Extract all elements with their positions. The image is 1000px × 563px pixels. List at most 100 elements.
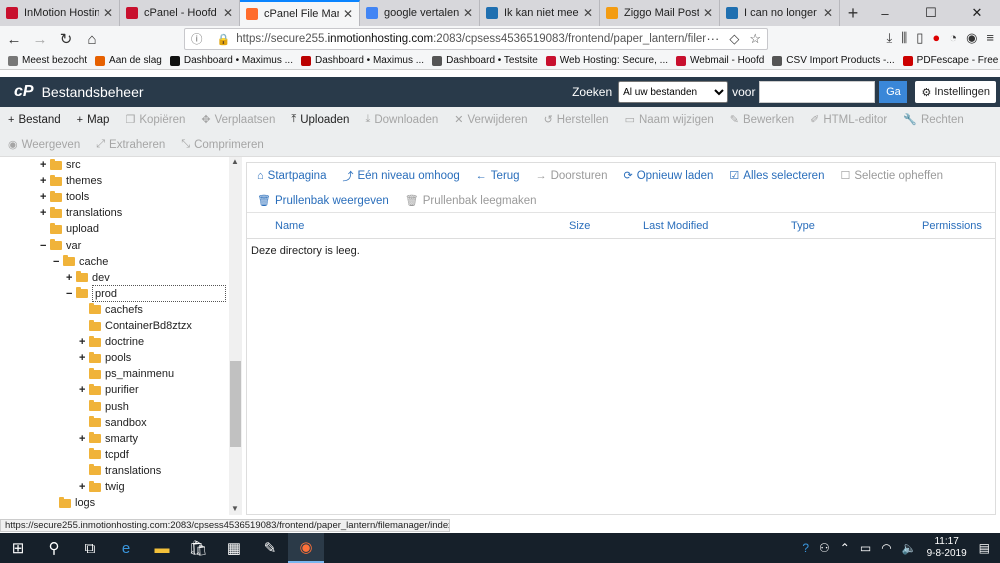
tree-item[interactable]: ps_mainmenu: [79, 366, 174, 382]
tree-item[interactable]: push: [79, 399, 129, 415]
uploaden-button[interactable]: ⤒ Uploaden: [291, 113, 349, 126]
browser-tab[interactable]: InMotion Hosting - ✕: [0, 0, 120, 26]
expand-icon[interactable]: +: [79, 433, 89, 445]
close-tab-icon[interactable]: ✕: [463, 6, 473, 20]
cpanel-logo[interactable]: cP: [14, 83, 34, 101]
home-icon[interactable]: ⌂: [80, 27, 104, 51]
map-button[interactable]: + Map: [77, 114, 110, 126]
library-icon[interactable]: ⫼: [901, 30, 907, 46]
edge-icon[interactable]: e: [108, 533, 144, 563]
expand-icon[interactable]: +: [40, 175, 50, 187]
tree-item[interactable]: ContainerBd8ztzx: [79, 318, 192, 334]
info-icon[interactable]: ⓘ: [191, 31, 203, 47]
column-size[interactable]: Size: [569, 220, 590, 232]
minimize-icon[interactable]: –: [862, 0, 908, 26]
windows-start-icon[interactable]: ⊞: [0, 533, 36, 563]
people-icon[interactable]: ⚇: [819, 541, 830, 555]
tree-item[interactable]: − var: [40, 238, 81, 254]
expand-icon[interactable]: +: [66, 272, 76, 284]
collapse-icon[interactable]: −: [53, 256, 63, 268]
forward-icon[interactable]: →: [28, 27, 52, 51]
opnieuw-laden-button[interactable]: ⟳ Opnieuw laden: [623, 169, 713, 183]
bookmark-item[interactable]: Dashboard • Maximus ...: [169, 55, 293, 66]
terug-button[interactable]: ← Terug: [476, 170, 520, 182]
app-icon[interactable]: ✎: [252, 533, 288, 563]
bookmark-item[interactable]: Web Hosting: Secure, ...: [545, 55, 668, 66]
scrollbar-thumb[interactable]: [230, 361, 241, 447]
column-last-modified[interactable]: Last Modified: [643, 220, 708, 232]
browser-tab[interactable]: I can no longer ente ✕: [720, 0, 840, 26]
browser-tab[interactable]: Ik kan niet meer in m ✕: [480, 0, 600, 26]
sync-icon[interactable]: ◔: [949, 30, 957, 46]
bookmark-item[interactable]: Meest bezocht: [8, 55, 87, 66]
tree-item[interactable]: + twig: [79, 479, 125, 495]
e-n-niveau-omhoog-button[interactable]: ⤴ Eén niveau omhoog: [342, 168, 459, 184]
tree-item[interactable]: + purifier: [79, 382, 139, 398]
column-name[interactable]: Name: [275, 220, 304, 232]
expand-icon[interactable]: +: [79, 352, 89, 364]
tree-item[interactable]: + src: [40, 157, 81, 173]
help-icon[interactable]: ?: [802, 541, 809, 555]
tree-item[interactable]: + pools: [79, 350, 131, 366]
download-icon[interactable]: ⤓: [886, 30, 892, 46]
close-tab-icon[interactable]: ✕: [343, 7, 353, 21]
search-icon[interactable]: ⚲: [36, 533, 72, 563]
chevron-up-icon[interactable]: ⌃: [840, 541, 850, 555]
tree-item[interactable]: + doctrine: [79, 334, 144, 350]
tree-item[interactable]: − cache: [53, 254, 108, 270]
bestand-button[interactable]: + Bestand: [8, 114, 61, 126]
bookmark-item[interactable]: PDFescape - Free PDF ...: [902, 55, 1000, 66]
task-view-icon[interactable]: ⧉: [72, 533, 108, 563]
tree-item[interactable]: + tools: [40, 189, 89, 205]
firefox-icon[interactable]: ◉: [288, 533, 324, 563]
expand-icon[interactable]: +: [79, 481, 89, 493]
tree-item[interactable]: translations: [79, 463, 161, 479]
selected-folder[interactable]: prod: [92, 285, 226, 303]
column-type[interactable]: Type: [791, 220, 815, 232]
file-explorer-icon[interactable]: ▬: [144, 533, 180, 563]
collapse-icon[interactable]: −: [40, 240, 50, 252]
menu-icon[interactable]: ≡: [986, 30, 994, 46]
expand-icon[interactable]: +: [40, 191, 50, 203]
scroll-down-icon[interactable]: ▼: [231, 504, 239, 513]
browser-tab[interactable]: Ziggo Mail Postvak ✕: [600, 0, 720, 26]
collapse-icon[interactable]: −: [66, 288, 76, 300]
tree-item[interactable]: logs: [49, 495, 95, 511]
network-icon[interactable]: ▭: [860, 541, 871, 555]
pocket-icon[interactable]: ◇: [729, 31, 739, 47]
tree-item[interactable]: cachefs: [79, 302, 143, 318]
wifi-icon[interactable]: ◠: [881, 541, 891, 555]
close-tab-icon[interactable]: ✕: [823, 6, 833, 20]
close-tab-icon[interactable]: ✕: [703, 6, 713, 20]
expand-icon[interactable]: +: [40, 207, 50, 219]
startpagina-button[interactable]: ⌂ Startpagina: [257, 170, 326, 182]
close-window-icon[interactable]: ✕: [954, 0, 1000, 26]
notifications-icon[interactable]: ▤: [979, 541, 990, 555]
tree-item[interactable]: + smarty: [79, 431, 138, 447]
search-input[interactable]: [759, 81, 876, 103]
tree-item[interactable]: sandbox: [79, 415, 147, 431]
close-tab-icon[interactable]: ✕: [103, 6, 113, 20]
maximize-icon[interactable]: ☐: [908, 0, 954, 26]
bookmark-item[interactable]: Dashboard • Testsite: [432, 55, 538, 66]
reload-icon[interactable]: ↻: [54, 27, 78, 51]
browser-tab[interactable]: cPanel - Hoofd ✕: [120, 0, 240, 26]
bookmark-item[interactable]: Webmail - Hoofd: [676, 55, 764, 66]
go-button[interactable]: Ga: [879, 81, 908, 103]
tree-item[interactable]: + dev: [66, 270, 110, 286]
bookmark-item[interactable]: Aan de slag: [95, 55, 162, 66]
search-scope-select[interactable]: Al uw bestanden: [618, 81, 729, 103]
clock[interactable]: 11:17 9-8-2019: [927, 536, 967, 560]
tree-item[interactable]: upload: [40, 221, 99, 237]
calculator-icon[interactable]: ▦: [216, 533, 252, 563]
tree-item[interactable]: − prod: [66, 285, 226, 303]
volume-icon[interactable]: 🔈: [902, 541, 917, 555]
settings-button[interactable]: ⚙ Instellingen: [915, 81, 996, 103]
expand-icon[interactable]: +: [40, 159, 50, 171]
url-bar[interactable]: ⓘ 🔒 https://secure255.inmotionhosting.co…: [184, 28, 768, 50]
tree-item[interactable]: + translations: [40, 205, 122, 221]
bookmark-star-icon[interactable]: ☆: [749, 31, 761, 47]
store-icon[interactable]: 🛍: [180, 533, 216, 563]
column-permissions[interactable]: Permissions: [922, 220, 982, 232]
bookmark-item[interactable]: Dashboard • Maximus ...: [300, 55, 424, 66]
